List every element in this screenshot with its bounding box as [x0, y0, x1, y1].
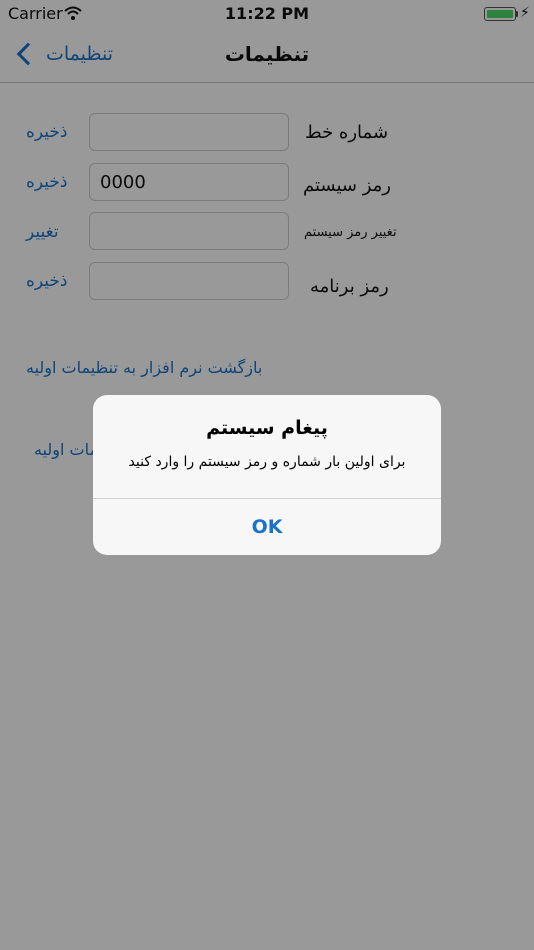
alert-title: پیغام سیستم	[206, 417, 328, 439]
settings-screen: Carrier 11:22 PM ⚡ تنظیمات تنظیمات ذخیره…	[0, 0, 534, 950]
alert-ok-button[interactable]: OK	[93, 499, 441, 555]
system-alert-dialog: پیغام سیستم برای اولین بار شماره و رمز س…	[93, 395, 441, 555]
alert-message: برای اولین بار شماره و رمز سیستم را وارد…	[128, 454, 406, 470]
